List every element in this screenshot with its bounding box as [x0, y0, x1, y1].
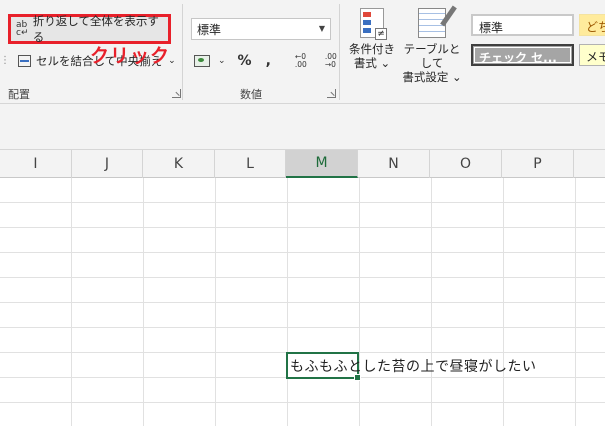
cell-style-neutral[interactable]: どち: [579, 14, 605, 36]
number-format-value: 標準: [197, 23, 222, 37]
number-format-buttons: ⌄ % , ←0 .00 .00 →0: [193, 52, 347, 70]
cell-style-note[interactable]: メモ: [579, 44, 605, 66]
wrap-text-icon: ab c↵: [16, 20, 29, 38]
number-dialog-launcher-icon[interactable]: [327, 89, 336, 98]
decrease-decimal-bottom: →0: [324, 60, 336, 69]
percent-style-button[interactable]: %: [238, 53, 252, 69]
column-header-j[interactable]: J: [72, 150, 143, 178]
cell-style-check-cell[interactable]: チェック セ...: [471, 44, 574, 66]
ribbon: ⋮ ab c↵ 折り返して全体を表示する セルを結合して中央揃え ⌄ クリック 配…: [0, 0, 605, 104]
collapsed-edge-icon: ⋮: [0, 55, 10, 66]
cell-grid[interactable]: [0, 178, 605, 426]
increase-decimal-bottom: .00: [294, 60, 307, 69]
column-header-i[interactable]: I: [0, 150, 72, 178]
number-group-label: 数値: [240, 88, 262, 101]
number-format-select[interactable]: 標準 ▼: [191, 18, 331, 40]
wrap-text-button[interactable]: ab c↵ 折り返して全体を表示する: [8, 14, 171, 44]
column-header-l[interactable]: L: [215, 150, 286, 178]
column-header-m[interactable]: M: [286, 150, 358, 178]
decrease-decimal-button[interactable]: .00 →0: [317, 53, 337, 69]
cell-style-normal[interactable]: 標準: [471, 14, 574, 36]
cell-text: もふもふとした苔の上で昼寝がしたい: [290, 359, 537, 375]
alignment-group-label: 配置: [8, 88, 30, 101]
format-as-table-icon: [418, 5, 457, 38]
merge-cells-icon: [18, 55, 31, 67]
format-as-table-label-2: 書式設定 ⌄: [402, 70, 462, 84]
click-annotation: クリック: [90, 45, 171, 67]
column-header-p[interactable]: P: [502, 150, 574, 178]
formula-bar-area: [0, 104, 605, 150]
group-divider: [182, 4, 183, 100]
conditional-formatting-button[interactable]: ≠ 条件付き 書式 ⌄: [346, 8, 398, 70]
column-header-k[interactable]: K: [143, 150, 215, 178]
column-header-n[interactable]: N: [358, 150, 430, 178]
column-headers: I J K L M N O P: [0, 150, 605, 178]
group-divider: [339, 4, 340, 100]
chevron-down-icon: ▼: [318, 24, 325, 33]
column-header-o[interactable]: O: [430, 150, 502, 178]
alignment-dialog-launcher-icon[interactable]: [172, 89, 181, 98]
chevron-down-icon[interactable]: ⌄: [218, 56, 226, 66]
increase-decimal-button[interactable]: ←0 .00: [287, 53, 307, 69]
conditional-formatting-icon: ≠: [360, 8, 387, 40]
conditional-formatting-label-2: 書式 ⌄: [353, 56, 391, 70]
format-as-table-label-1: テーブルとして: [403, 42, 461, 70]
conditional-formatting-label-1: 条件付き: [349, 42, 395, 56]
accounting-format-icon[interactable]: [193, 54, 215, 68]
format-as-table-button[interactable]: テーブルとして 書式設定 ⌄: [398, 5, 466, 84]
comma-style-button[interactable]: ,: [266, 53, 271, 69]
